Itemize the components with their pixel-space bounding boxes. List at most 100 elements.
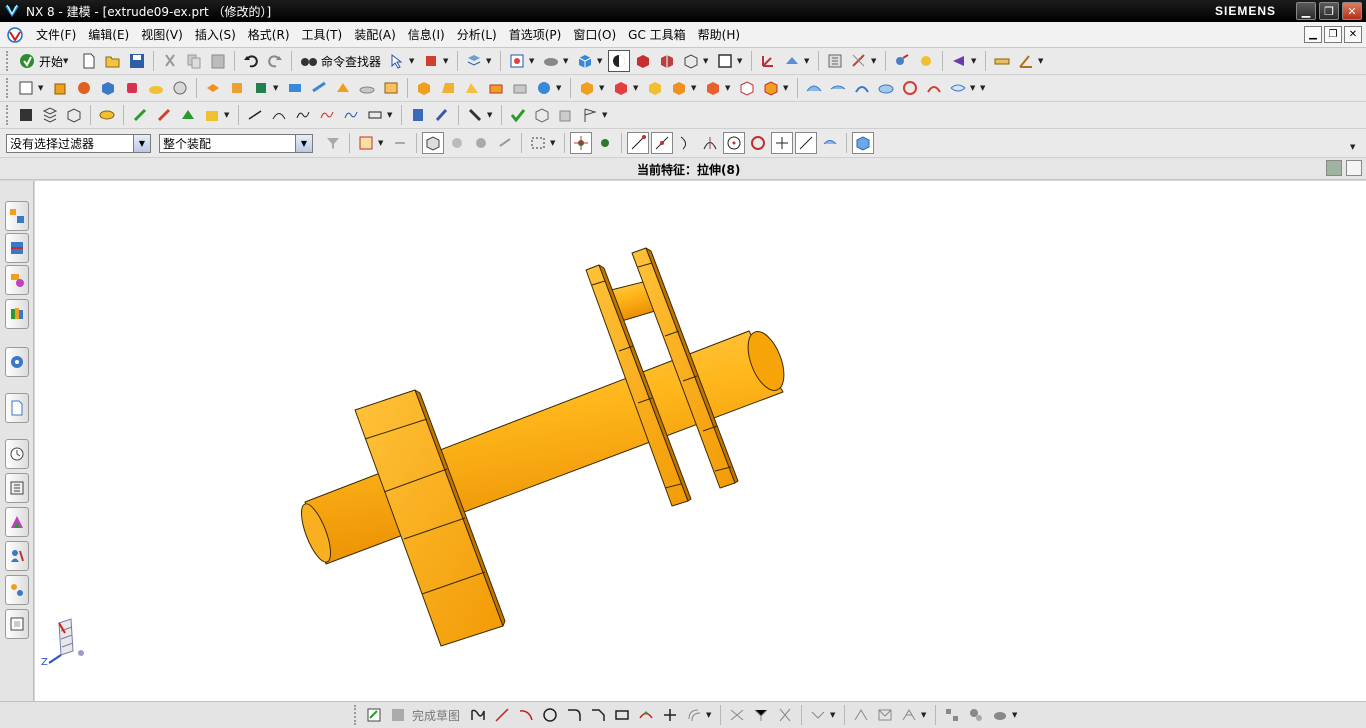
sync-delete-face-button[interactable] [736,77,758,99]
menu-edit[interactable]: 编辑(E) [82,26,135,43]
surface-button-6[interactable] [923,77,945,99]
extrude-model[interactable] [35,181,1366,701]
offset-sketch-button[interactable] [683,704,705,726]
snap-inferred-button[interactable] [594,132,616,154]
toolbar-grip[interactable] [6,51,10,71]
brush-button[interactable] [464,104,486,126]
cone-button[interactable] [145,77,167,99]
quick-trim-button[interactable] [726,704,748,726]
close-button[interactable]: ✕ [1342,2,1362,20]
hide-component-button[interactable] [915,50,937,72]
split-body-button[interactable] [509,77,531,99]
sync-constraint-button[interactable] [760,77,782,99]
menu-tools[interactable]: 工具(T) [296,26,349,43]
menu-view[interactable]: 视图(V) [135,26,189,43]
check-button[interactable] [507,104,529,126]
snap-control-button[interactable] [675,132,697,154]
doc-close-button[interactable]: ✕ [1344,26,1362,43]
select-curve-button[interactable] [494,132,516,154]
polygon-button[interactable] [635,704,657,726]
show-constraints-button[interactable] [898,704,920,726]
res-tab-system-scene[interactable] [5,575,29,605]
full-screen-icon[interactable] [1346,160,1362,176]
snap-existing-point-button[interactable] [771,132,793,154]
menu-file[interactable]: 文件(F) [30,26,82,43]
boss-button[interactable] [308,77,330,99]
sync-offset-button[interactable] [644,77,666,99]
rect-select-button[interactable] [527,132,549,154]
res-tab-clock[interactable] [5,439,29,469]
menu-window[interactable]: 窗口(O) [567,26,622,43]
intersect-button[interactable] [250,77,272,99]
menu-help[interactable]: 帮助(H) [692,26,746,43]
type-filter-combo[interactable]: 没有选择过滤器 ▼ [6,133,151,153]
sketch-button[interactable] [15,77,37,99]
curve-tool-12[interactable] [316,104,338,126]
new-file-button[interactable] [78,50,100,72]
measure-angle-button[interactable] [1015,50,1037,72]
curve-tool-3[interactable] [63,104,85,126]
constraint-button[interactable] [848,50,870,72]
open-file-button[interactable] [102,50,124,72]
assembly-navigator-button[interactable] [824,50,846,72]
curve-tool-13[interactable] [340,104,362,126]
redo-button[interactable] [264,50,286,72]
line-button[interactable] [491,704,513,726]
draft-button[interactable] [461,77,483,99]
pad-button[interactable] [356,77,378,99]
extrude-button[interactable] [49,77,71,99]
snap-midpoint-button[interactable] [651,132,673,154]
surface-button-3[interactable] [851,77,873,99]
sphere-button[interactable] [169,77,191,99]
curve-tool-2[interactable] [39,104,61,126]
menu-assembly[interactable]: 装配(A) [348,26,402,43]
res-tab-constraint-navigator[interactable] [5,233,29,263]
menu-gc-toolbox[interactable]: GC 工具箱 [622,26,692,43]
finish-sketch-button[interactable] [387,704,409,726]
snap-quadrant-button[interactable] [747,132,769,154]
layer-button[interactable] [463,50,485,72]
wireframe-button[interactable] [680,50,702,72]
menu-preferences[interactable]: 首选项(P) [503,26,568,43]
fillet-button[interactable] [563,704,585,726]
pocket-button[interactable] [332,77,354,99]
revolve-button[interactable] [73,77,95,99]
snap-on-surface-button[interactable] [819,132,841,154]
pencil-button[interactable] [431,104,453,126]
edge-display-button[interactable] [632,50,654,72]
move-component-button[interactable] [891,50,913,72]
toolbar-grip[interactable] [6,78,10,98]
cube-outline-button[interactable] [531,104,553,126]
block-button[interactable] [97,77,119,99]
res-tab-internet-explorer[interactable] [5,347,29,377]
toolbar-grip[interactable] [354,705,358,725]
nx-menu-logo-icon[interactable] [6,26,24,44]
res-tab-process-studio[interactable] [5,507,29,537]
sync-move-face-button[interactable] [576,77,598,99]
make-corner-button[interactable] [774,704,796,726]
general-select-button[interactable] [322,132,344,154]
menu-insert[interactable]: 插入(S) [189,26,242,43]
sketch-task-button[interactable] [363,704,385,726]
status-grid-icon[interactable] [1326,160,1342,176]
curve-tool-9[interactable] [244,104,266,126]
select-face-button[interactable] [446,132,468,154]
res-tab-part-navigator[interactable] [5,265,29,295]
show-hide-button[interactable] [948,50,970,72]
curve-tool-10[interactable] [268,104,290,126]
color-button[interactable] [420,50,442,72]
graphics-viewport[interactable]: Z [35,181,1366,701]
menu-analysis[interactable]: 分析(L) [451,26,503,43]
res-tab-palette[interactable] [5,609,29,639]
render-style-button[interactable] [608,50,631,72]
undo-select-button[interactable] [389,132,411,154]
snap-point-button[interactable] [570,132,592,154]
unite-button[interactable] [202,77,224,99]
snap-endpoint-button[interactable] [627,132,649,154]
snap-bounding-box-button[interactable] [852,132,874,154]
list-button[interactable] [407,104,429,126]
curve-tool-5[interactable] [129,104,151,126]
datum-button[interactable] [781,50,803,72]
stack-button[interactable] [555,104,577,126]
point-button[interactable] [659,704,681,726]
